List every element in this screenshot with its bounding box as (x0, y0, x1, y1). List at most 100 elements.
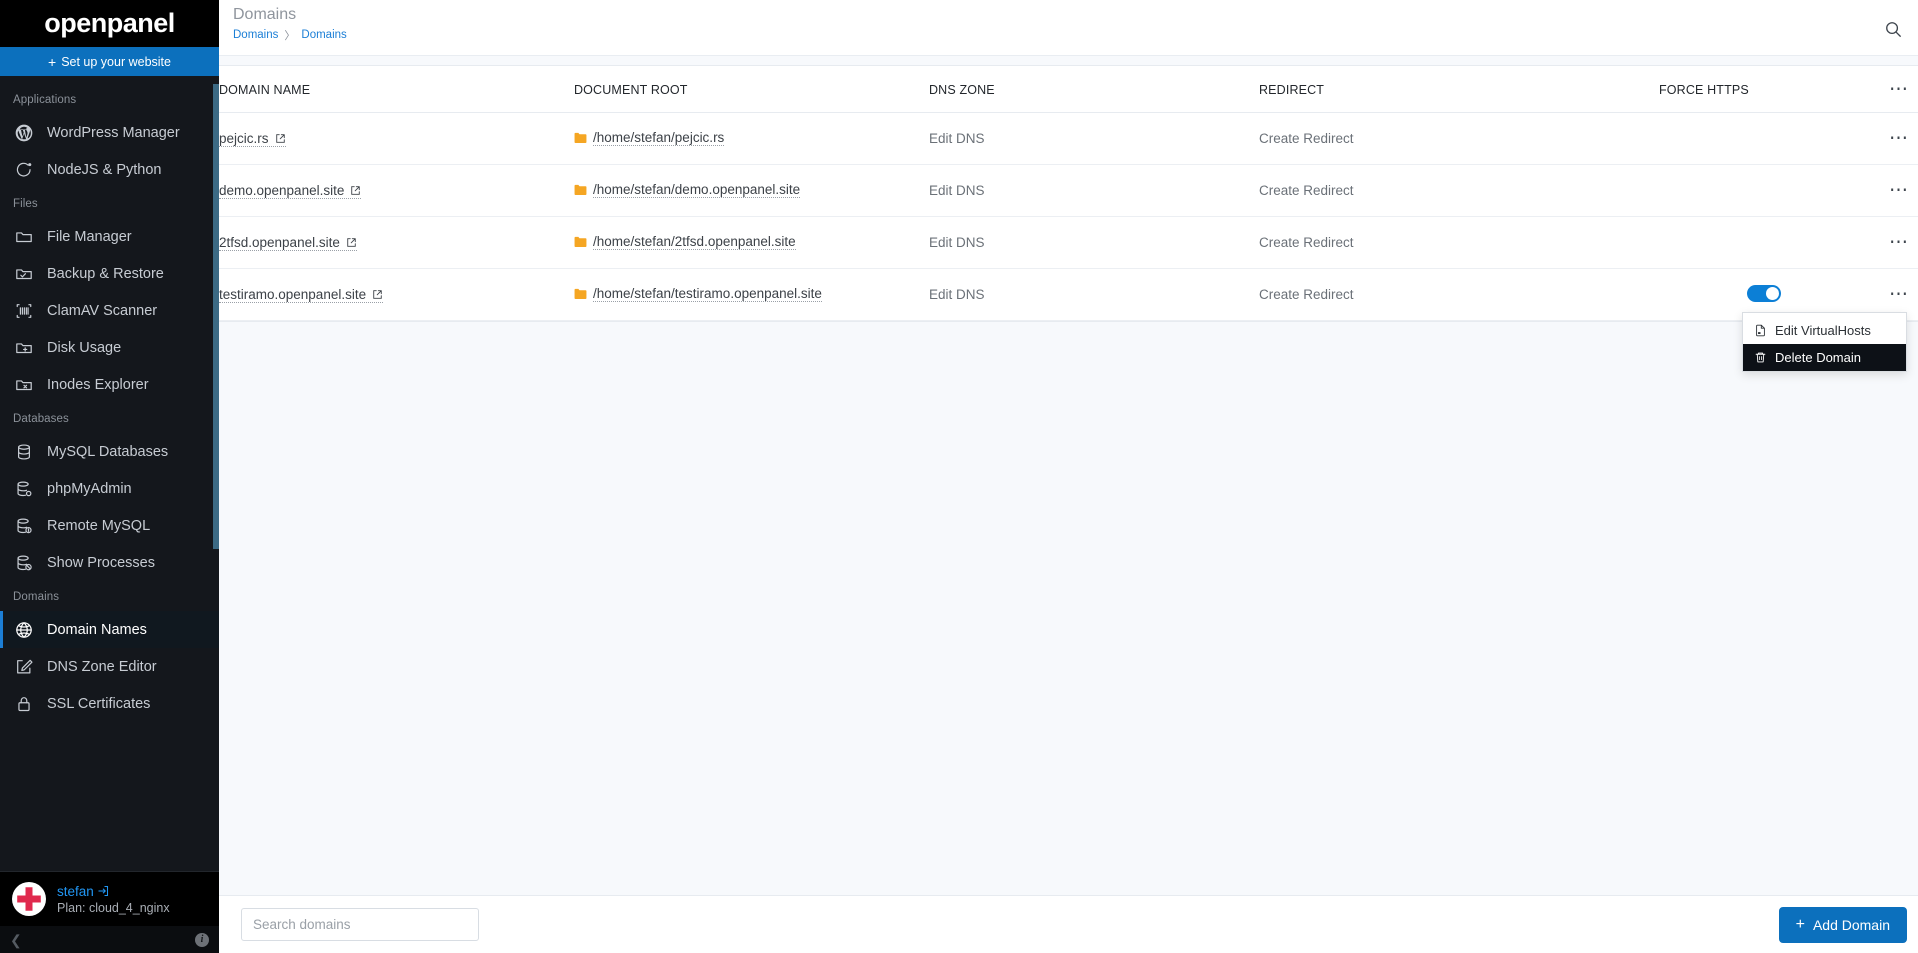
document-root-link[interactable]: /home/stefan/testiramo.openpanel.site (574, 286, 822, 302)
folder-icon (574, 184, 587, 196)
cell-force-https (1659, 112, 1869, 165)
sidebar-item-domain-names[interactable]: Domain Names (0, 611, 219, 648)
user-account-box[interactable]: stefan Plan: cloud_4_nginx (0, 871, 219, 926)
force-https-toggle[interactable] (1747, 284, 1781, 302)
context-menu-item-edit-virtualhosts[interactable]: Edit VirtualHosts (1743, 317, 1906, 344)
table-header-row: DOMAIN NAME DOCUMENT ROOT DNS ZONE REDIR… (219, 66, 1918, 113)
column-header-force-https[interactable]: FORCE HTTPS (1659, 66, 1869, 113)
search-domains-input[interactable] (241, 908, 479, 941)
cell-redirect: Create Redirect (1259, 268, 1659, 321)
column-header-dns-zone[interactable]: DNS ZONE (929, 66, 1259, 113)
chevron-left-icon[interactable]: ❮ (10, 933, 22, 947)
cell-dns-zone: Edit DNS (929, 268, 1259, 321)
cell-actions: ⋯ (1869, 216, 1918, 269)
create-redirect-link[interactable]: Create Redirect (1259, 287, 1354, 302)
create-redirect-link[interactable]: Create Redirect (1259, 183, 1354, 198)
cell-redirect: Create Redirect (1259, 216, 1659, 269)
info-icon[interactable]: i (195, 932, 209, 947)
sidebar-item-inodes-explorer[interactable]: Inodes Explorer (0, 366, 219, 403)
table-row[interactable]: demo.openpanel.site/home/stefan/demo.ope… (219, 164, 1918, 217)
breadcrumb: Domains 〉 Domains (233, 27, 347, 43)
table-row[interactable]: pejcic.rs/home/stefan/pejcic.rs Edit DNS C… (219, 112, 1918, 165)
edit-dns-link[interactable]: Edit DNS (929, 131, 985, 146)
user-meta: stefan Plan: cloud_4_nginx (57, 884, 170, 915)
sidebar-item-label: Backup & Restore (47, 265, 164, 282)
column-header-actions[interactable]: ⋯ (1869, 66, 1918, 113)
sidebar-item-nodejs-python[interactable]: NodeJS & Python (0, 151, 219, 188)
external-link-icon (372, 289, 383, 300)
breadcrumb-item-1[interactable]: Domains (301, 29, 346, 41)
setup-website-button[interactable]: + Set up your website (0, 47, 219, 76)
folder-x-icon (14, 375, 33, 394)
sidebar-scrollbar-thumb[interactable] (213, 84, 219, 549)
document-root-link[interactable]: /home/stefan/demo.openpanel.site (574, 182, 801, 198)
document-root-text: /home/stefan/testiramo.openpanel.site (593, 286, 822, 302)
sidebar-item-label: Domain Names (47, 621, 147, 638)
cell-dns-zone: Edit DNS (929, 112, 1259, 165)
row-actions-ellipsis-icon[interactable]: ⋯ (1869, 129, 1918, 148)
cell-actions: ⋯ (1869, 112, 1918, 165)
sidebar-item-show-processes[interactable]: Show Processes (0, 544, 219, 581)
table-row[interactable]: 2tfsd.openpanel.site/home/stefan/2tfsd.o… (219, 216, 1918, 269)
row-actions-ellipsis-icon[interactable]: ⋯ (1869, 181, 1918, 200)
document-root-link[interactable]: /home/stefan/pejcic.rs (574, 130, 725, 146)
table-row[interactable]: testiramo.openpanel.site/home/stefan/tes… (219, 268, 1918, 321)
sidebar-item-clamav-scanner[interactable]: ClamAV Scanner (0, 292, 219, 329)
row-actions-ellipsis-icon[interactable]: ⋯ (1869, 285, 1918, 304)
ellipsis-icon[interactable]: ⋯ (1869, 80, 1918, 99)
sidebar-item-phpmyadmin[interactable]: phpMyAdmin (0, 470, 219, 507)
domains-table: DOMAIN NAME DOCUMENT ROOT DNS ZONE REDIR… (219, 66, 1918, 321)
plus-icon: + (1795, 915, 1805, 933)
create-redirect-link[interactable]: Create Redirect (1259, 235, 1354, 250)
search-icon[interactable] (1879, 15, 1907, 43)
edit-dns-link[interactable]: Edit DNS (929, 235, 985, 250)
table-head: DOMAIN NAME DOCUMENT ROOT DNS ZONE REDIR… (219, 66, 1918, 113)
sidebar-item-label: phpMyAdmin (47, 480, 132, 497)
sidebar-item-label: Disk Usage (47, 339, 122, 356)
cell-document-root: /home/stefan/demo.openpanel.site (574, 164, 929, 217)
top-bar: Domains Domains 〉 Domains (219, 0, 1918, 56)
domain-link[interactable]: demo.openpanel.site (219, 183, 362, 199)
sidebar-item-label: Inodes Explorer (47, 376, 149, 393)
cell-dns-zone: Edit DNS (929, 164, 1259, 217)
sidebar-item-remote-mysql[interactable]: Remote MySQL (0, 507, 219, 544)
cell-domain-name: demo.openpanel.site (219, 164, 574, 217)
logout-icon (98, 885, 108, 897)
sidebar-item-wordpress-manager[interactable]: WordPress Manager (0, 114, 219, 151)
document-root-link[interactable]: /home/stefan/2tfsd.openpanel.site (574, 234, 796, 250)
trash-icon (1753, 351, 1767, 364)
context-menu-item-delete-domain[interactable]: Delete Domain (1743, 344, 1906, 371)
sidebar-item-backup-restore[interactable]: Backup & Restore (0, 255, 219, 292)
sidebar-item-mysql-databases[interactable]: MySQL Databases (0, 433, 219, 470)
add-domain-button[interactable]: + Add Domain (1778, 906, 1907, 943)
brand-logo[interactable]: openpanel (0, 0, 219, 47)
domain-link[interactable]: 2tfsd.openpanel.site (219, 235, 357, 251)
user-name-label: stefan (57, 883, 94, 899)
edit-dns-link[interactable]: Edit DNS (929, 183, 985, 198)
row-actions-ellipsis-icon[interactable]: ⋯ (1869, 233, 1918, 252)
column-header-redirect[interactable]: REDIRECT (1259, 66, 1659, 113)
sidebar-section-label: Applications (13, 94, 77, 106)
column-header-domain-name[interactable]: DOMAIN NAME (219, 66, 574, 113)
sidebar-item-file-manager[interactable]: File Manager (0, 218, 219, 255)
create-redirect-link[interactable]: Create Redirect (1259, 131, 1354, 146)
column-header-document-root[interactable]: DOCUMENT ROOT (574, 66, 929, 113)
breadcrumb-item-0[interactable]: Domains (233, 29, 278, 41)
domain-link[interactable]: pejcic.rs (219, 131, 286, 147)
cell-domain-name: 2tfsd.openpanel.site (219, 216, 574, 269)
user-name[interactable]: stefan (57, 884, 170, 899)
domain-link[interactable]: testiramo.openpanel.site (219, 287, 384, 303)
sidebar-scrollbar[interactable] (213, 76, 219, 871)
cell-force-https (1659, 164, 1869, 217)
sidebar-item-ssl-certificates[interactable]: SSL Certificates (0, 685, 219, 722)
cell-dns-zone: Edit DNS (929, 216, 1259, 269)
sidebar-section-label: Domains (13, 591, 60, 603)
sidebar-item-disk-usage[interactable]: Disk Usage (0, 329, 219, 366)
database-gear-icon (14, 479, 33, 498)
database-info-icon (14, 516, 33, 535)
cell-document-root: /home/stefan/2tfsd.openpanel.site (574, 216, 929, 269)
add-domain-label: Add Domain (1812, 916, 1890, 933)
nodejs-icon (14, 160, 33, 179)
edit-dns-link[interactable]: Edit DNS (929, 287, 985, 302)
sidebar-item-dns-zone-editor[interactable]: DNS Zone Editor (0, 648, 219, 685)
